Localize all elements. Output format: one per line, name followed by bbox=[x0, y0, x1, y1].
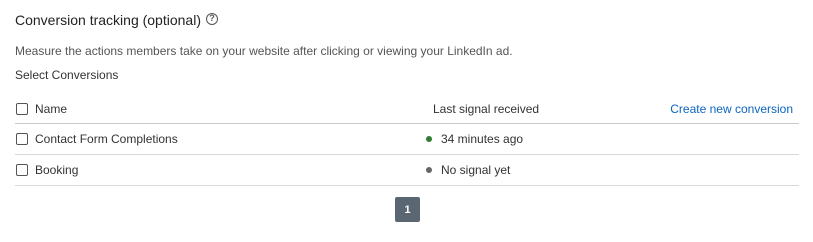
status-dot-icon bbox=[426, 136, 432, 142]
table-row: Booking No signal yet bbox=[15, 155, 799, 186]
last-signal-text: No signal yet bbox=[441, 163, 511, 177]
conversion-tracking-panel: Conversion tracking (optional) ? Measure… bbox=[0, 0, 813, 242]
row-checkbox[interactable] bbox=[16, 133, 28, 145]
column-header-name: Name bbox=[35, 101, 68, 116]
page-button-current[interactable]: 1 bbox=[395, 197, 420, 222]
row-checkbox[interactable] bbox=[16, 164, 28, 176]
pagination: 1 bbox=[395, 197, 420, 222]
column-header-last-signal: Last signal received bbox=[433, 101, 540, 116]
conversions-table: Name Last signal received Create new con… bbox=[15, 94, 799, 186]
question-circle-icon[interactable]: ? bbox=[205, 12, 218, 25]
last-signal-cell: 34 minutes ago bbox=[426, 132, 523, 146]
create-new-conversion-link[interactable]: Create new conversion bbox=[670, 102, 793, 116]
status-dot-icon bbox=[426, 167, 432, 173]
select-conversions-label: Select Conversions bbox=[15, 68, 119, 82]
table-header-row: Name Last signal received Create new con… bbox=[15, 94, 799, 124]
last-signal-text: 34 minutes ago bbox=[441, 132, 524, 146]
conversion-name: Contact Form Completions bbox=[35, 132, 178, 146]
section-description: Measure the actions members take on your… bbox=[15, 44, 513, 58]
conversion-name: Booking bbox=[35, 163, 79, 177]
last-signal-cell: No signal yet bbox=[426, 163, 510, 177]
section-header: Conversion tracking (optional) ? bbox=[15, 12, 218, 28]
section-title: Conversion tracking (optional) bbox=[15, 12, 201, 28]
table-row: Contact Form Completions 34 minutes ago bbox=[15, 124, 799, 155]
select-all-checkbox[interactable] bbox=[16, 102, 28, 115]
